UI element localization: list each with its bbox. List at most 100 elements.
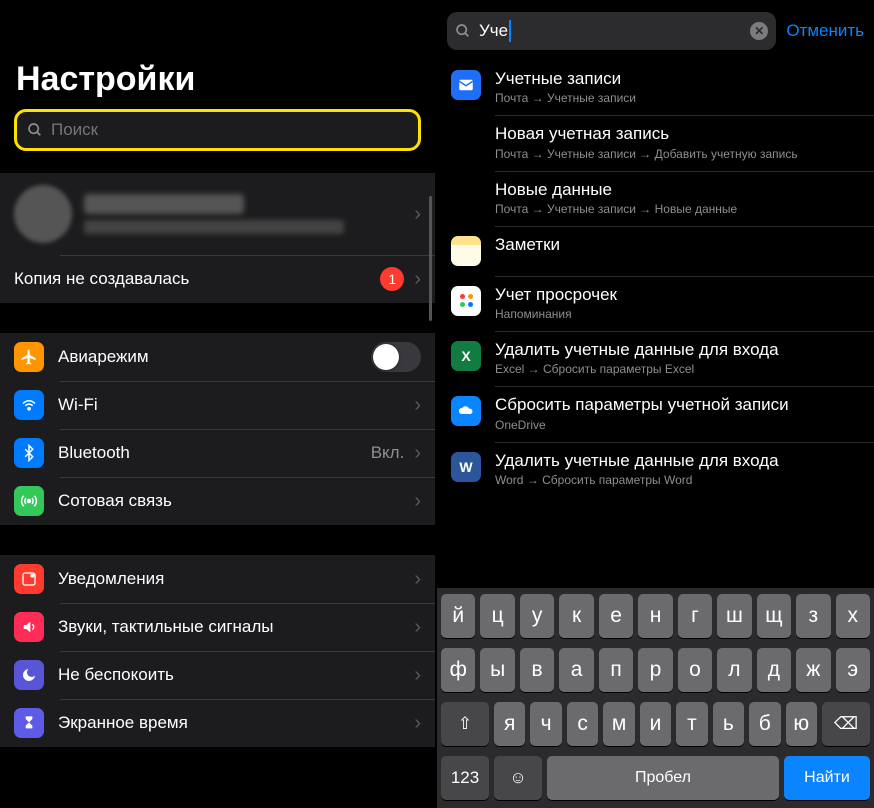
key-э[interactable]: э	[836, 648, 870, 692]
key-в[interactable]: в	[520, 648, 554, 692]
clear-icon[interactable]: ✕	[750, 22, 768, 40]
key-и[interactable]: и	[640, 702, 671, 746]
key-ч[interactable]: ч	[530, 702, 561, 746]
text-cursor	[509, 20, 511, 42]
notifications-row[interactable]: Уведомления ›	[0, 555, 435, 603]
airplane-icon	[14, 342, 44, 372]
search-result[interactable]: Учет просрочекНапоминания	[437, 276, 874, 331]
chevron-right-icon: ›	[414, 712, 421, 735]
result-title: Новые данные	[495, 179, 860, 200]
key-ю[interactable]: ю	[786, 702, 817, 746]
key-д[interactable]: д	[757, 648, 791, 692]
backspace-key[interactable]: ⌫	[822, 702, 870, 746]
scrollbar[interactable]	[429, 196, 432, 321]
chevron-right-icon: ›	[414, 268, 421, 291]
result-app-icon: X	[451, 341, 481, 371]
key-р[interactable]: р	[638, 648, 672, 692]
key-у[interactable]: у	[520, 594, 554, 638]
key-а[interactable]: а	[559, 648, 593, 692]
result-text: Заметки	[495, 234, 860, 255]
chevron-right-icon: ›	[414, 616, 421, 639]
key-ц[interactable]: ц	[480, 594, 514, 638]
key-ж[interactable]: ж	[796, 648, 830, 692]
space-key[interactable]: Пробел	[547, 756, 779, 800]
chevron-right-icon: ›	[414, 568, 421, 591]
search-result[interactable]: Новые данные Почта → Учетные записи → Нов…	[437, 171, 874, 226]
find-key[interactable]: Найти	[784, 756, 870, 800]
shift-key[interactable]: ⇧	[441, 702, 489, 746]
key-е[interactable]: е	[599, 594, 633, 638]
connectivity-group: Авиарежим Wi-Fi › Bluetooth Вкл. › Сотов…	[0, 333, 435, 525]
key-ф[interactable]: ф	[441, 648, 475, 692]
result-crumb: Word → Сбросить параметры Word	[495, 473, 860, 487]
row-label: Не беспокоить	[58, 665, 174, 685]
key-ы[interactable]: ы	[480, 648, 514, 692]
key-й[interactable]: й	[441, 594, 475, 638]
search-result[interactable]: XУдалить учетные данные для входаExcel →…	[437, 331, 874, 386]
result-text: Новые данные Почта → Учетные записи → Нов…	[495, 179, 860, 216]
search-results-pane: Уче ✕ Отменить Учетные записиПочта → Уче…	[437, 0, 874, 808]
airplane-row[interactable]: Авиарежим	[0, 333, 435, 381]
key-п[interactable]: п	[599, 648, 633, 692]
profile-row[interactable]: ›	[0, 173, 435, 255]
result-crumb: Почта → Учетные записи → Новые данные	[495, 202, 860, 216]
key-о[interactable]: о	[678, 648, 712, 692]
numbers-key[interactable]: 123	[441, 756, 489, 800]
searchbar-area: Уче ✕ Отменить	[437, 0, 874, 60]
key-к[interactable]: к	[559, 594, 593, 638]
result-title: Новая учетная запись	[495, 123, 860, 144]
result-crumb: Excel → Сбросить параметры Excel	[495, 362, 860, 376]
emoji-key[interactable]: ☺	[494, 756, 542, 800]
search-input[interactable]	[51, 120, 408, 140]
search-field[interactable]: Уче ✕	[447, 12, 776, 50]
search-result[interactable]: Учетные записиПочта → Учетные записи	[437, 60, 874, 115]
result-title: Учетные записи	[495, 68, 860, 89]
search-icon	[27, 122, 43, 138]
airplane-toggle[interactable]	[371, 342, 421, 372]
result-text: Удалить учетные данные для входаWord → С…	[495, 450, 860, 487]
sounds-row[interactable]: Звуки, тактильные сигналы ›	[0, 603, 435, 651]
notifications-icon	[14, 564, 44, 594]
dnd-row[interactable]: Не беспокоить ›	[0, 651, 435, 699]
key-т[interactable]: т	[676, 702, 707, 746]
search-result[interactable]: Заметки	[437, 226, 874, 276]
key-н[interactable]: н	[638, 594, 672, 638]
key-ш[interactable]: ш	[717, 594, 751, 638]
bluetooth-icon	[14, 438, 44, 468]
chevron-right-icon: ›	[414, 203, 421, 226]
key-щ[interactable]: щ	[757, 594, 791, 638]
cellular-row[interactable]: Сотовая связь ›	[0, 477, 435, 525]
cancel-button[interactable]: Отменить	[786, 21, 864, 41]
key-ь[interactable]: ь	[713, 702, 744, 746]
search-field-highlight[interactable]	[14, 109, 421, 151]
page-title: Настройки	[16, 60, 419, 99]
search-query: Уче	[479, 20, 750, 42]
key-я[interactable]: я	[494, 702, 525, 746]
key-с[interactable]: с	[567, 702, 598, 746]
screentime-row[interactable]: Экранное время ›	[0, 699, 435, 747]
chevron-right-icon: ›	[414, 394, 421, 417]
search-result[interactable]: Новая учетная записьПочта → Учетные запи…	[437, 115, 874, 170]
key-х[interactable]: х	[836, 594, 870, 638]
wifi-row[interactable]: Wi-Fi ›	[0, 381, 435, 429]
bluetooth-row[interactable]: Bluetooth Вкл. ›	[0, 429, 435, 477]
search-result[interactable]: Сбросить параметры учетной записиOneDriv…	[437, 386, 874, 441]
profile-text	[84, 194, 414, 234]
key-м[interactable]: м	[603, 702, 634, 746]
key-з[interactable]: з	[796, 594, 830, 638]
hourglass-icon	[14, 708, 44, 738]
result-app-icon: W	[451, 452, 481, 482]
chevron-right-icon: ›	[414, 490, 421, 513]
result-app-icon	[451, 396, 481, 426]
key-б[interactable]: б	[749, 702, 780, 746]
backup-row[interactable]: Копия не создавалась 1 ›	[0, 255, 435, 303]
key-г[interactable]: г	[678, 594, 712, 638]
profile-group: › Копия не создавалась 1 ›	[0, 173, 435, 303]
search-result[interactable]: W Удалить учетные данные для входаWord → …	[437, 442, 874, 497]
notifications-group: Уведомления › Звуки, тактильные сигналы …	[0, 555, 435, 747]
badge: 1	[380, 267, 404, 291]
speaker-icon	[14, 612, 44, 642]
key-л[interactable]: л	[717, 648, 751, 692]
search-query-text: Уче	[479, 21, 508, 41]
row-label: Экранное время	[58, 713, 188, 733]
